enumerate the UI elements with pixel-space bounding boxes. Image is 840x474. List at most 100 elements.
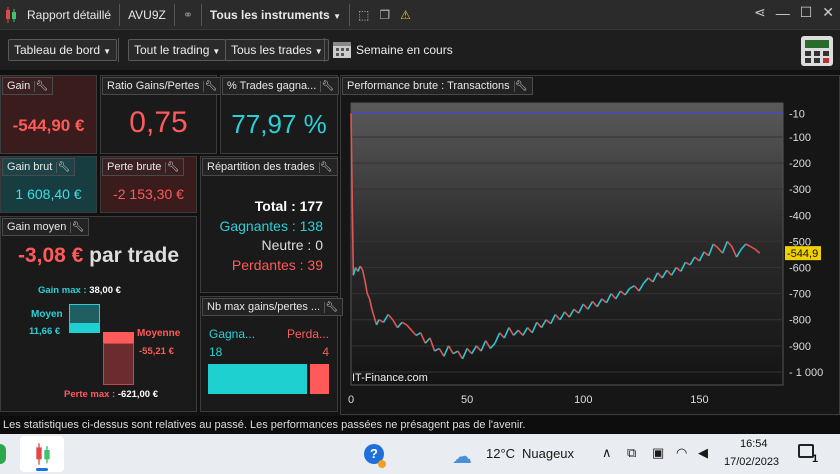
- widgets-icon[interactable]: [0, 444, 6, 464]
- weather-desc[interactable]: Nuageux: [522, 446, 574, 461]
- winners-value: 138: [299, 217, 323, 234]
- gain-value: -544,90 €: [12, 116, 85, 135]
- nb-win-value: 18: [209, 345, 223, 359]
- gain-panel: Gain 🔧︎ -544,90 €: [0, 75, 97, 154]
- weather-temp[interactable]: 12°C: [486, 446, 515, 461]
- gain-moyen-suffix: par trade: [89, 244, 180, 267]
- perte-brute-panel: Perte brute 🔧︎ -2 153,30 €: [100, 156, 197, 213]
- wrench-icon[interactable]: 🔧︎: [324, 302, 338, 313]
- minimize-icon[interactable]: —: [776, 5, 790, 21]
- wifi-icon[interactable]: ◠: [676, 445, 687, 461]
- wrench-icon[interactable]: 🔧︎: [56, 162, 70, 173]
- perte-moyenne-bar: [103, 332, 134, 343]
- nb-loss-bar: [309, 364, 329, 394]
- link-icon[interactable]: ⚭: [178, 8, 198, 22]
- y-tick-label: -700: [789, 289, 811, 301]
- wrench-icon[interactable]: 🔧︎: [165, 162, 179, 173]
- ratio-panel: Ratio Gains/Pertes 🔧︎ 0,75: [100, 75, 223, 154]
- repart-title: Répartition des trades 🔧︎: [202, 158, 338, 176]
- gain-brut-title: Gain brut 🔧︎: [2, 158, 76, 176]
- losers-value: 39: [307, 256, 323, 273]
- pct-title-text: % Trades gagna...: [227, 80, 317, 92]
- nb-max-title-text: Nb max gains/pertes ...: [207, 301, 321, 313]
- chart-icon[interactable]: ⬚: [353, 8, 374, 22]
- y-tick-label: -800: [789, 315, 811, 327]
- trades-dropdown[interactable]: Tous les trades ▼: [225, 39, 329, 61]
- total-label: Total :: [254, 198, 296, 214]
- chevron-down-icon: ▼: [314, 47, 323, 56]
- maximize-icon[interactable]: ☐: [800, 4, 813, 21]
- volume-icon[interactable]: ◀: [698, 445, 708, 461]
- gain-max-bar: [69, 304, 100, 324]
- wrench-icon[interactable]: 🔧︎: [318, 162, 333, 173]
- title-sep: [173, 3, 175, 26]
- gain-moyen-value-row: -3,08 € par trade: [1, 244, 196, 268]
- close-icon[interactable]: ✕: [822, 4, 834, 21]
- clock-time[interactable]: 16:54: [740, 438, 768, 450]
- gain-brut-value: 1 608,40 €: [15, 186, 82, 202]
- gain-max-row: Gain max : 38,00 €: [38, 285, 121, 296]
- gain-title: Gain 🔧︎: [2, 77, 54, 95]
- nb-max-bar: [208, 364, 329, 394]
- pct-winning-panel: % Trades gagna... 🔧︎ 77,97 %: [220, 75, 340, 154]
- gain-moyen-value: -3,08 €: [17, 244, 84, 267]
- clock-date[interactable]: 17/02/2023: [724, 456, 779, 468]
- wrench-icon[interactable]: 🔧︎: [70, 222, 84, 233]
- performance-chart[interactable]: -10-100-200-300-400-500-600-700-800-900-…: [341, 98, 839, 414]
- total-value: 177: [299, 198, 323, 214]
- chevron-up-icon[interactable]: ∧: [602, 445, 612, 461]
- chevron-down-icon: ▼: [103, 47, 111, 56]
- trading-dropdown[interactable]: Tout le trading ▼: [128, 39, 227, 61]
- winners-label: Gagnantes :: [219, 217, 296, 234]
- dashboard-dropdown[interactable]: Tableau de bord ▼: [8, 39, 117, 61]
- ratio-title: Ratio Gains/Pertes 🔧︎: [102, 77, 223, 95]
- meet-icon[interactable]: ⧉: [627, 445, 636, 461]
- gain-brut-title-text: Gain brut: [7, 161, 53, 173]
- instruments-dropdown[interactable]: Tous les instruments ▼: [205, 8, 346, 22]
- candlestick-app-icon: [0, 0, 22, 30]
- copy-icon[interactable]: ❐: [374, 8, 395, 22]
- nb-win-label: Gagna...: [209, 327, 256, 341]
- title-bar: Rapport détaillé AVU9Z ⚭ Tous les instru…: [0, 0, 840, 30]
- y-tick-label: -400: [789, 210, 811, 222]
- moyenne-value: -55,21 €: [139, 346, 174, 357]
- cloud-icon[interactable]: ☁: [452, 444, 472, 469]
- window-title: Rapport détaillé: [27, 7, 112, 22]
- wrench-icon[interactable]: 🔧︎: [203, 81, 217, 92]
- wrench-icon[interactable]: 🔧︎: [320, 81, 334, 92]
- chart-title-text: Performance brute : Transactions: [347, 80, 510, 92]
- account-id[interactable]: AVU9Z: [123, 8, 171, 22]
- perte-brute-title-text: Perte brute: [107, 161, 162, 173]
- toolbar-sep: [118, 38, 119, 62]
- neutral-row: Neutre : 0: [219, 236, 324, 256]
- total-row: Total : 177: [219, 197, 323, 217]
- period-label[interactable]: Semaine en cours: [356, 43, 453, 57]
- toolbar-sep: [324, 38, 325, 62]
- warning-icon[interactable]: ⚠: [395, 8, 416, 22]
- calendar-icon[interactable]: [332, 39, 352, 59]
- gain-title-text: Gain: [7, 80, 31, 92]
- y-tick-label: -600: [789, 263, 811, 275]
- taskbar-app-button[interactable]: [20, 436, 64, 472]
- nb-loss-value: 4: [322, 345, 329, 359]
- trades-label: Tous les trades: [231, 43, 312, 57]
- network-icon[interactable]: ▣: [652, 445, 664, 461]
- share-icon[interactable]: ⋖: [754, 4, 766, 21]
- title-sep: [200, 3, 202, 26]
- repart-title-text: Répartition des trades: [207, 161, 315, 173]
- toolbar: Tableau de bord ▼ Tout le trading ▼ Tous l…: [0, 30, 840, 70]
- y-tick-label: -200: [789, 158, 811, 170]
- gain-max-label: Gain max :: [38, 285, 87, 296]
- x-tick-label: 0: [348, 394, 354, 406]
- wrench-icon[interactable]: 🔧︎: [34, 81, 48, 92]
- x-tick-label: 100: [574, 394, 592, 406]
- performance-panel: Performance brute : Transactions 🔧︎ -10 -1…: [340, 75, 840, 415]
- calculator-icon[interactable]: [800, 35, 834, 67]
- losers-label: Perdantes :: [231, 256, 304, 273]
- current-value-label: -544,9: [787, 248, 818, 260]
- wrench-icon[interactable]: 🔧︎: [513, 81, 528, 92]
- perte-brute-title: Perte brute 🔧︎: [102, 158, 185, 176]
- candlestick-app-icon: [36, 443, 50, 465]
- ratio-value: 0,75: [129, 106, 188, 139]
- winners-row: Gagnantes : 138: [219, 217, 323, 237]
